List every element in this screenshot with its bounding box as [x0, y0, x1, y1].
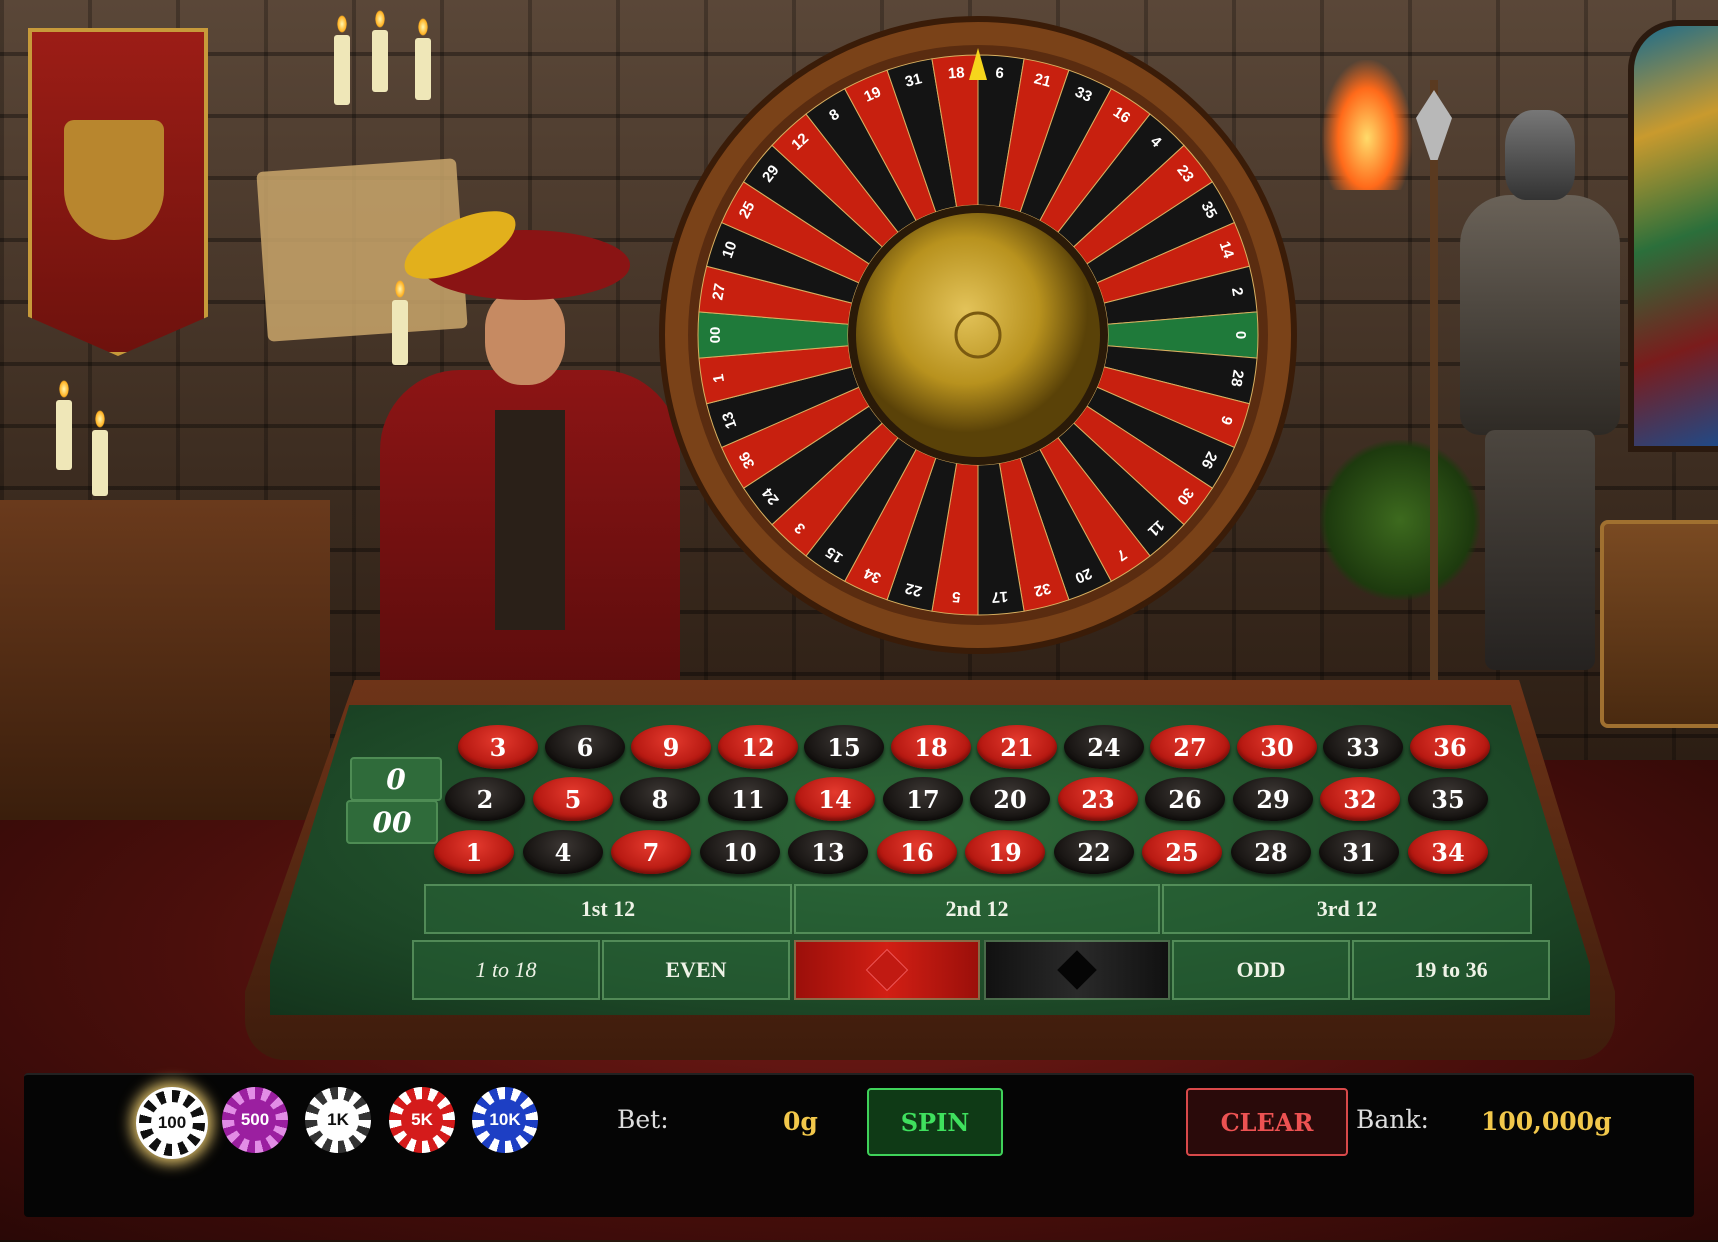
treasure-desk [0, 500, 330, 820]
number-bet-cell[interactable]: 19 [965, 830, 1045, 874]
number-bet-cell[interactable]: 21 [977, 725, 1057, 769]
number-bet-cell[interactable]: 23 [1058, 777, 1138, 821]
clear-button[interactable]: CLEAR [1186, 1088, 1348, 1156]
armored-knight-statue [1416, 80, 1660, 700]
number-bet-cell[interactable]: 36 [1410, 725, 1490, 769]
number-bet-cell[interactable]: 18 [891, 725, 971, 769]
bank-label: Bank: [1356, 1105, 1429, 1134]
chip-500-label: 500 [234, 1099, 276, 1141]
even-bet[interactable]: EVEN [602, 940, 790, 1000]
third-dozen-bet[interactable]: 3rd 12 [1162, 884, 1532, 934]
number-bet-cell[interactable]: 35 [1408, 777, 1488, 821]
number-bet-cell[interactable]: 4 [523, 830, 603, 874]
candle-flame [418, 18, 428, 36]
dealer-face [485, 290, 565, 385]
bet-amount: 0g [783, 1107, 818, 1136]
number-bet-cell[interactable]: 24 [1064, 725, 1144, 769]
number-bet-cell[interactable]: 16 [877, 830, 957, 874]
number-bet-cell[interactable]: 32 [1320, 777, 1400, 821]
chip-10k-label: 10K [484, 1099, 526, 1141]
number-bet-cell[interactable]: 15 [804, 725, 884, 769]
red-diamond-icon [865, 948, 909, 992]
knight-legs [1485, 430, 1595, 670]
number-bet-cell[interactable]: 26 [1145, 777, 1225, 821]
candle-flame [375, 10, 385, 28]
candle [415, 38, 431, 100]
bet-label: Bet: [617, 1105, 669, 1134]
knight-torso [1460, 195, 1620, 435]
candle [56, 400, 72, 470]
knight-helmet [1505, 110, 1575, 200]
zero-bet-cell[interactable]: 0 [350, 757, 442, 801]
number-bet-cell[interactable]: 29 [1233, 777, 1313, 821]
wheel-pocket-number: 27 [709, 282, 729, 301]
number-bet-cell[interactable]: 20 [970, 777, 1050, 821]
low-1-to-18-bet[interactable]: 1 to 18 [412, 940, 600, 1000]
halberd-shaft [1430, 80, 1438, 700]
chip-5k-button[interactable]: 5K [389, 1087, 455, 1153]
chip-1k-label: 1K [317, 1099, 359, 1141]
chip-100-label: 100 [151, 1102, 193, 1144]
red-color-bet[interactable] [794, 940, 980, 1000]
dealer-vest [495, 410, 565, 630]
double-zero-bet-cell[interactable]: 00 [346, 800, 438, 844]
wheel-hub [856, 213, 1100, 457]
number-bet-cell[interactable]: 1 [434, 830, 514, 874]
number-bet-cell[interactable]: 5 [533, 777, 613, 821]
wheel-pocket-number: 5 [951, 588, 961, 606]
second-dozen-bet[interactable]: 2nd 12 [794, 884, 1160, 934]
number-bet-cell[interactable]: 9 [631, 725, 711, 769]
number-bet-cell[interactable]: 3 [458, 725, 538, 769]
chip-10k-button[interactable]: 10K [472, 1087, 538, 1153]
candle [372, 30, 388, 92]
chip-1k-button[interactable]: 1K [305, 1087, 371, 1153]
noble-dealer-character [380, 200, 680, 700]
number-bet-cell[interactable]: 22 [1054, 830, 1134, 874]
black-color-bet[interactable] [984, 940, 1170, 1000]
black-diamond-icon [1057, 950, 1097, 990]
number-bet-cell[interactable]: 7 [611, 830, 691, 874]
number-bet-cell[interactable]: 17 [883, 777, 963, 821]
number-bet-cell[interactable]: 14 [795, 777, 875, 821]
wheel-pocket-number: 00 [707, 327, 724, 344]
number-bet-cell[interactable]: 6 [545, 725, 625, 769]
odd-bet[interactable]: ODD [1172, 940, 1350, 1000]
number-bet-cell[interactable]: 12 [718, 725, 798, 769]
number-bet-cell[interactable]: 2 [445, 777, 525, 821]
number-bet-cell[interactable]: 34 [1408, 830, 1488, 874]
wheel-pocket-number: 28 [1227, 369, 1247, 388]
candle [334, 35, 350, 105]
number-bet-cell[interactable]: 28 [1231, 830, 1311, 874]
number-bet-cell[interactable]: 13 [788, 830, 868, 874]
chip-100-button[interactable]: 100 [136, 1087, 208, 1159]
number-bet-cell[interactable]: 33 [1323, 725, 1403, 769]
wheel-pocket-number: 18 [947, 64, 965, 82]
wheel-pocket-number: 6 [995, 65, 1005, 83]
wheel-pocket-number: 17 [991, 587, 1009, 605]
candle [92, 430, 108, 496]
number-bet-cell[interactable]: 8 [620, 777, 700, 821]
candle-flame [95, 410, 105, 428]
roulette-wheel-graphic: 6 213316423351420289263011720321752234153… [659, 16, 1297, 654]
banner-crest-icon [64, 120, 164, 240]
candle-flame [59, 380, 69, 398]
roulette-wheel[interactable]: 6 21 33 16 4 23 35 14 2 0 28 9 26 30 11 7 20 32 17 5 22 34 15 3… [658, 15, 1298, 655]
candle-flame [337, 15, 347, 33]
number-bet-cell[interactable]: 27 [1150, 725, 1230, 769]
number-bet-cell[interactable]: 31 [1319, 830, 1399, 874]
number-bet-cell[interactable]: 25 [1142, 830, 1222, 874]
spin-button[interactable]: SPIN [867, 1088, 1003, 1156]
number-bet-cell[interactable]: 30 [1237, 725, 1317, 769]
wheel-pocket-number: 0 [1232, 331, 1249, 339]
chip-5k-label: 5K [401, 1099, 443, 1141]
number-bet-cell[interactable]: 11 [708, 777, 788, 821]
first-dozen-bet[interactable]: 1st 12 [424, 884, 792, 934]
bank-balance: 100,000g [1481, 1107, 1612, 1136]
number-bet-cell[interactable]: 10 [700, 830, 780, 874]
high-19-to-36-bet[interactable]: 19 to 36 [1352, 940, 1550, 1000]
chip-500-button[interactable]: 500 [222, 1087, 288, 1153]
wall-torch-fire [1322, 60, 1412, 190]
